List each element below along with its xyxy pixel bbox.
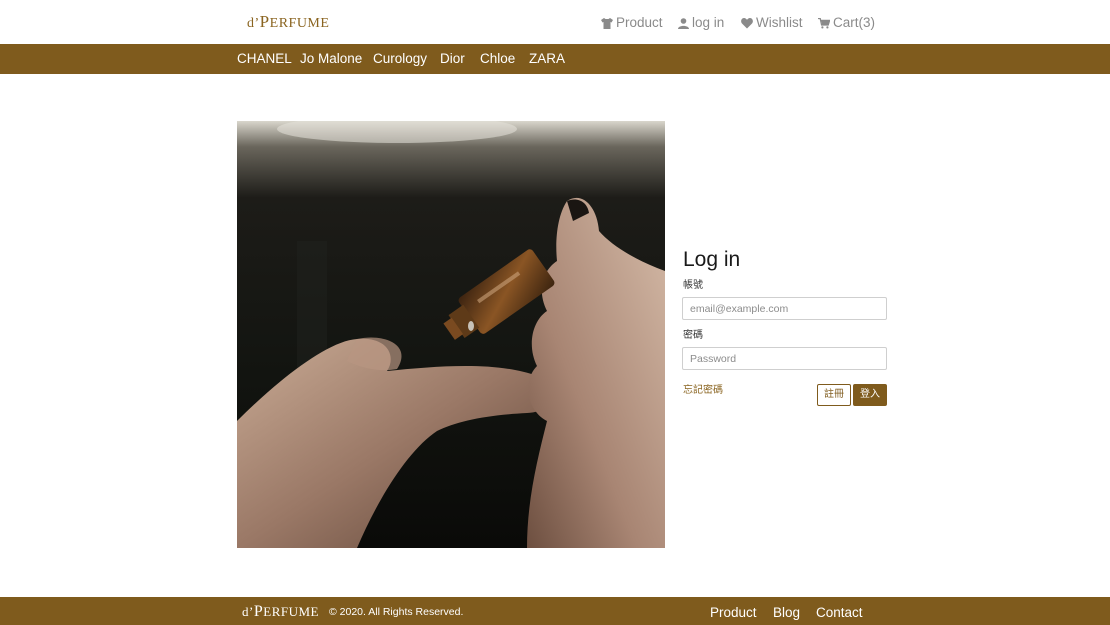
heart-icon — [741, 17, 753, 28]
nav-product-label: Product — [616, 15, 663, 30]
email-field[interactable] — [682, 297, 887, 320]
brand-logo[interactable]: d’PERFUME — [247, 12, 329, 34]
nav-cart[interactable]: Cart(3) — [818, 13, 875, 33]
copyright-text: © 2020. All Rights Reserved. — [329, 606, 464, 618]
password-label: 密碼 — [683, 330, 703, 341]
cart-icon — [818, 17, 830, 28]
login-title: Log in — [683, 248, 741, 271]
category-zara[interactable]: ZARA — [529, 51, 565, 67]
forgot-password-link[interactable]: 忘記密碼 — [683, 385, 723, 397]
category-bar: CHANEL Jo Malone Curology Dior Chloe ZAR… — [0, 44, 1110, 74]
nav-wishlist[interactable]: Wishlist — [741, 13, 803, 33]
footer-link-blog[interactable]: Blog — [773, 605, 800, 621]
login-button[interactable]: 登入 — [853, 384, 887, 406]
account-label: 帳號 — [683, 280, 703, 291]
site-footer: d’PERFUME © 2020. All Rights Reserved. P… — [0, 597, 1110, 625]
user-icon — [678, 17, 689, 29]
register-button[interactable]: 註冊 — [817, 384, 851, 406]
password-field[interactable] — [682, 347, 887, 370]
category-curology[interactable]: Curology — [373, 51, 427, 67]
nav-cart-label: Cart(3) — [833, 15, 876, 30]
category-dior[interactable]: Dior — [440, 51, 465, 67]
site-header: d’PERFUME Product log in Wishlist Cart(3… — [0, 0, 1110, 44]
shirt-icon — [601, 17, 613, 29]
hero-photo — [237, 121, 665, 548]
footer-link-contact[interactable]: Contact — [816, 605, 863, 621]
nav-login[interactable]: log in — [678, 13, 724, 33]
footer-link-product[interactable]: Product — [710, 605, 757, 621]
category-jo-malone[interactable]: Jo Malone — [300, 51, 362, 67]
category-chloe[interactable]: Chloe — [480, 51, 515, 67]
nav-wishlist-label: Wishlist — [756, 15, 803, 30]
nav-login-label: log in — [692, 15, 725, 30]
category-chanel[interactable]: CHANEL — [237, 51, 292, 67]
footer-logo[interactable]: d’PERFUME — [242, 603, 319, 621]
nav-product[interactable]: Product — [601, 13, 663, 33]
